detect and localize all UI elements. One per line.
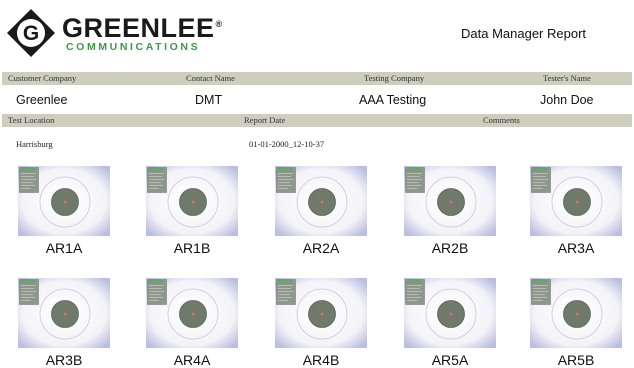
- pass-status-text: PASS: [278, 168, 293, 174]
- value-contact-name: DMT: [195, 93, 223, 107]
- fiber-image-label: AR2A: [302, 240, 340, 256]
- label-contact-name: Contact Name: [186, 73, 235, 83]
- report-title: Data Manager Report: [461, 26, 587, 41]
- pass-status-text: PASS: [533, 280, 548, 286]
- value-customer-company: Greenlee: [16, 93, 68, 107]
- pass-status-panel: PASS: [531, 279, 551, 305]
- pass-status-text: PASS: [149, 280, 164, 286]
- fiber-endface-image[interactable]: PASS: [146, 166, 238, 236]
- fiber-endface-image[interactable]: PASS: [530, 278, 622, 348]
- fiber-endface-image[interactable]: PASS: [275, 166, 367, 236]
- label-report-date: Report Date: [244, 115, 286, 125]
- fiber-image-label: AR1A: [45, 240, 83, 256]
- pass-status-panel: PASS: [531, 167, 551, 193]
- brand-name: GREENLEE®: [62, 13, 223, 43]
- label-testers-name: Tester's Name: [543, 73, 591, 83]
- pass-status-text: PASS: [149, 168, 164, 174]
- info-header-bar-2: Test Location Report Date Comments: [2, 114, 632, 127]
- fiber-endface-image[interactable]: PASS: [530, 166, 622, 236]
- greenlee-logo-icon: G: [6, 8, 56, 58]
- fiber-endface-image[interactable]: PASS: [404, 278, 496, 348]
- fiber-image-label: AR2B: [431, 240, 469, 256]
- pass-status-text: PASS: [278, 280, 293, 286]
- label-test-location: Test Location: [8, 115, 55, 125]
- brand-subtitle: COMMUNICATIONS: [66, 41, 201, 53]
- pass-status-panel: PASS: [19, 167, 39, 193]
- pass-status-panel: PASS: [405, 279, 425, 305]
- pass-status-text: PASS: [533, 168, 548, 174]
- value-test-location: Harrisburg: [16, 139, 53, 149]
- pass-status-text: PASS: [21, 280, 36, 286]
- pass-status-text: PASS: [21, 168, 36, 174]
- info-header-bar-1: Customer Company Contact Name Testing Co…: [2, 72, 632, 85]
- fiber-image-grid: PASS AR1A PASS AR1B PASS AR2A PASS AR2B PASS AR3A…: [0, 166, 634, 368]
- value-testing-company: AAA Testing: [359, 93, 427, 107]
- logo-letter: G: [23, 22, 39, 45]
- pass-status-text: PASS: [407, 280, 422, 286]
- registered-mark: ®: [215, 19, 223, 29]
- fiber-endface-image[interactable]: PASS: [146, 278, 238, 348]
- value-testers-name: John Doe: [540, 93, 594, 107]
- pass-status-panel: PASS: [276, 167, 296, 193]
- pass-status-panel: PASS: [147, 167, 167, 193]
- label-customer-company: Customer Company: [8, 73, 77, 83]
- value-report-date: 01-01-2000_12-10-37: [249, 139, 325, 149]
- pass-status-panel: PASS: [276, 279, 296, 305]
- fiber-endface-image[interactable]: PASS: [404, 166, 496, 236]
- pass-status-panel: PASS: [405, 167, 425, 193]
- pass-status-text: PASS: [407, 168, 422, 174]
- pass-status-panel: PASS: [147, 279, 167, 305]
- fiber-endface-image[interactable]: PASS: [275, 278, 367, 348]
- fiber-endface-image[interactable]: PASS: [18, 166, 110, 236]
- label-comments: Comments: [483, 115, 520, 125]
- fiber-image-label: AR3A: [557, 240, 595, 256]
- report-header: G GREENLEE® COMMUNICATIONS Data Manager …: [0, 0, 634, 70]
- fiber-endface-image[interactable]: PASS: [18, 278, 110, 348]
- fiber-image-label: AR1B: [173, 240, 211, 256]
- pass-status-panel: PASS: [19, 279, 39, 305]
- label-testing-company: Testing Company: [364, 73, 425, 83]
